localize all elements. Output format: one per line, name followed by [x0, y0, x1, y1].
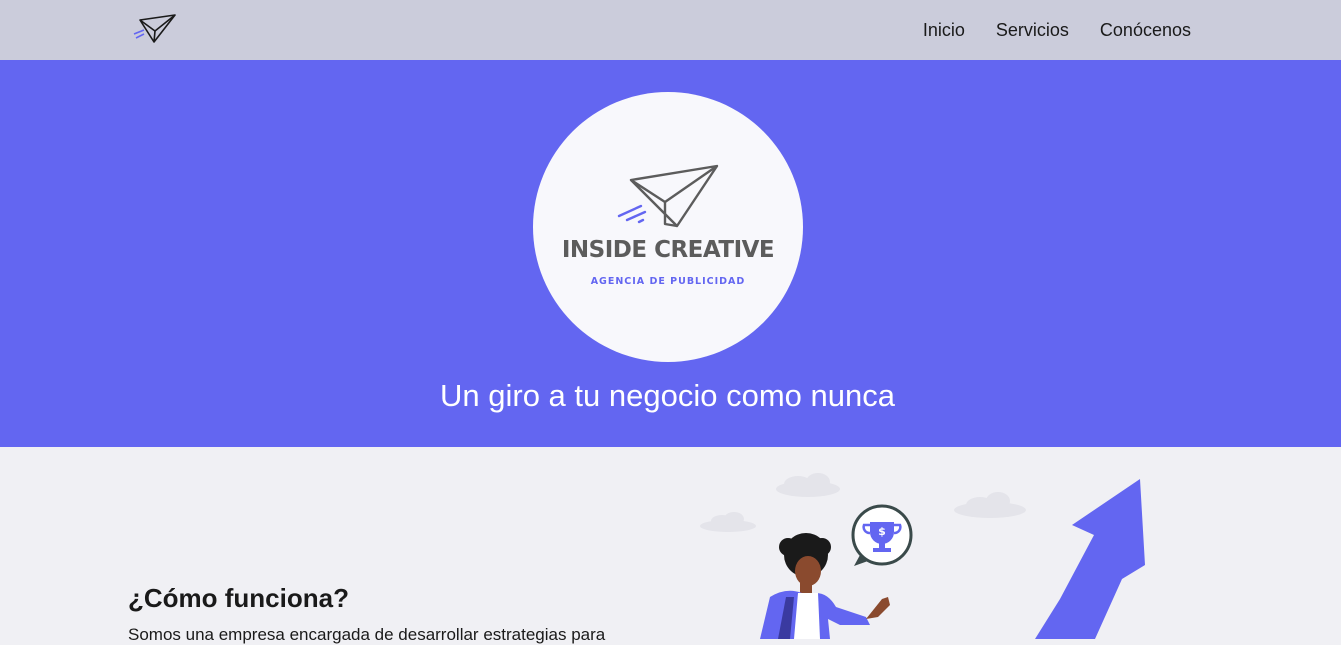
paper-plane-icon[interactable] [130, 12, 178, 46]
navbar: Inicio Servicios Conócenos [0, 0, 1341, 60]
paper-plane-icon [617, 164, 719, 228]
about-section: ¿Cómo funciona? Somos una empresa encarg… [0, 447, 1341, 644]
growth-illustration: $ [700, 473, 1145, 639]
nav-link-conocenos[interactable]: Conócenos [1100, 20, 1191, 41]
cloud-icon [700, 512, 756, 532]
hero-section: INSIDE CREATIVE AGENCIA DE PUBLICIDAD Un… [0, 60, 1341, 447]
cloud-icon [954, 492, 1026, 518]
about-text: Somos una empresa encargada de desarroll… [128, 625, 606, 644]
nav-link-servicios[interactable]: Servicios [996, 20, 1069, 41]
nav-link-inicio[interactable]: Inicio [923, 20, 965, 41]
about-title: ¿Cómo funciona? [128, 583, 349, 613]
brand-name: INSIDE CREATIVE [561, 237, 775, 263]
brand-tagline: AGENCIA DE PUBLICIDAD [590, 276, 746, 287]
main-nav: Inicio Servicios Conócenos [923, 0, 1191, 60]
trophy-icon: $ [851, 504, 913, 566]
hero-heading: Un giro a tu negocio como nunca [440, 378, 895, 413]
svg-text:$: $ [878, 525, 886, 538]
brand-logo: INSIDE CREATIVE AGENCIA DE PUBLICIDAD [533, 92, 803, 362]
up-arrow-icon [1035, 479, 1145, 639]
cloud-icon [776, 473, 840, 497]
